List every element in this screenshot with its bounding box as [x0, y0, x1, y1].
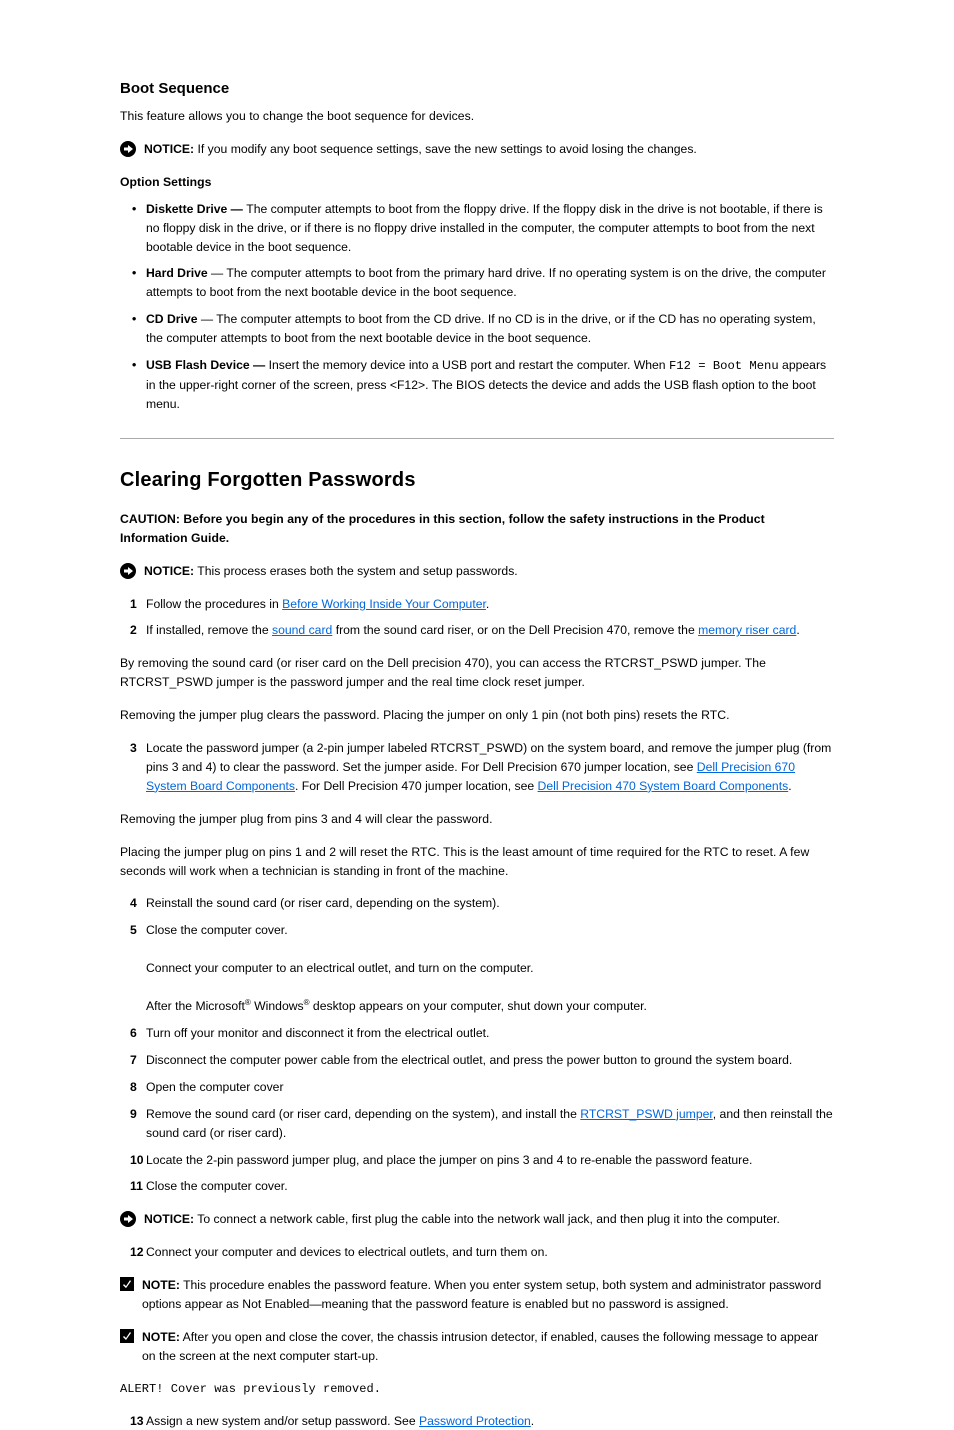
opt-usb-flash: USB Flash Device — Insert the memory dev…: [120, 356, 834, 414]
notice-block-2: NOTICE: This process erases both the sys…: [120, 562, 834, 581]
step-3: Locate the password jumper (a 2-pin jump…: [120, 739, 834, 796]
step-8: Open the computer cover: [120, 1078, 834, 1097]
steps-list-a: Follow the procedures in Before Working …: [120, 595, 834, 641]
notice-body-3: To connect a network cable, first plug t…: [194, 1212, 780, 1226]
step5-c-3: desktop appears on your computer, shut d…: [310, 999, 647, 1013]
step-6: Turn off your monitor and disconnect it …: [120, 1024, 834, 1043]
notice-arrow-icon: [120, 563, 136, 579]
after-step3-para-b: Placing the jumper plug on pins 1 and 2 …: [120, 843, 834, 881]
step-9: Remove the sound card (or riser card, de…: [120, 1105, 834, 1143]
step-7: Disconnect the computer power cable from…: [120, 1051, 834, 1070]
boot-intro: This feature allows you to change the bo…: [120, 107, 834, 126]
step3-link-470[interactable]: Dell Precision 470 System Board Componen…: [538, 779, 789, 793]
step-2: If installed, remove the sound card from…: [120, 621, 834, 640]
opt3-body: — The computer attempts to boot from the…: [146, 312, 816, 345]
note-label-1: NOTE:: [142, 1278, 180, 1292]
notice-label-2: NOTICE:: [144, 564, 194, 578]
step9-link-jumper[interactable]: RTCRST_PSWD jumper: [580, 1107, 713, 1121]
step3-mid: . For Dell Precision 470 jumper location…: [295, 779, 538, 793]
steps-list-d: Connect your computer and devices to ele…: [120, 1243, 834, 1262]
step13-link-password[interactable]: Password Protection: [419, 1414, 531, 1428]
boot-options-list: Diskette Drive — The computer attempts t…: [120, 200, 834, 414]
step2-link-memory-riser[interactable]: memory riser card: [698, 623, 796, 637]
opt4-code: F12 = Boot Menu: [669, 359, 779, 373]
notice-block-1: NOTICE: If you modify any boot sequence …: [120, 140, 834, 159]
step3-post: .: [788, 779, 791, 793]
opt-diskette: Diskette Drive — The computer attempts t…: [120, 200, 834, 257]
steps-list-b: Locate the password jumper (a 2-pin jump…: [120, 739, 834, 796]
note-text-1: NOTE: This procedure enables the passwor…: [142, 1276, 834, 1314]
step2-link-soundcard[interactable]: sound card: [272, 623, 332, 637]
steps-list-c: Reinstall the sound card (or riser card,…: [120, 894, 834, 1196]
caution-body: Before you begin any of the procedures i…: [120, 512, 765, 545]
notice-block-3: NOTICE: To connect a network cable, firs…: [120, 1210, 834, 1229]
step-4: Reinstall the sound card (or riser card,…: [120, 894, 834, 913]
step-5: Close the computer cover. Connect your c…: [120, 921, 834, 1016]
opt2-body: — The computer attempts to boot from the…: [146, 266, 826, 299]
opt2-label: Hard Drive: [146, 266, 208, 280]
opt1-body: The computer attempts to boot from the f…: [146, 202, 823, 254]
step5-c-1: After the Microsoft: [146, 999, 245, 1013]
step5-c-2: Windows: [251, 999, 304, 1013]
boot-sequence-heading: Boot Sequence: [120, 80, 834, 97]
opt4-body: Insert the memory device into a USB port…: [269, 358, 669, 372]
step-12: Connect your computer and devices to ele…: [120, 1243, 834, 1262]
notice-arrow-icon: [120, 1211, 136, 1227]
note-block-1: NOTE: This procedure enables the passwor…: [120, 1276, 834, 1314]
notice-text-3: NOTICE: To connect a network cable, firs…: [144, 1210, 780, 1229]
opt3-label: CD Drive: [146, 312, 197, 326]
caution-block: CAUTION: Before you begin any of the pro…: [120, 510, 834, 548]
clearing-passwords-title: Clearing Forgotten Passwords: [120, 469, 834, 492]
step1-post: .: [486, 597, 489, 611]
step1-link[interactable]: Before Working Inside Your Computer: [282, 597, 486, 611]
opt4-label: USB Flash Device —: [146, 358, 269, 372]
after-step3-para-a: Removing the jumper plug from pins 3 and…: [120, 810, 834, 829]
notice-label-1: NOTICE:: [144, 142, 194, 156]
opt-hard-drive: Hard Drive — The computer attempts to bo…: [120, 264, 834, 302]
opt1-label: Diskette Drive —: [146, 202, 246, 216]
note-block-2: NOTE: After you open and close the cover…: [120, 1328, 834, 1366]
step-10: Locate the 2-pin password jumper plug, a…: [120, 1151, 834, 1170]
step5-b: Connect your computer to an electrical o…: [146, 961, 534, 975]
step-13: Assign a new system and/or setup passwor…: [120, 1412, 834, 1430]
caution-label: CAUTION:: [120, 512, 183, 526]
notice-text-1: NOTICE: If you modify any boot sequence …: [144, 140, 697, 159]
step2-pre: If installed, remove the: [146, 623, 272, 637]
step13-pre: Assign a new system and/or setup passwor…: [146, 1414, 419, 1428]
step-1: Follow the procedures in Before Working …: [120, 595, 834, 614]
after-step2-para-b: Removing the jumper plug clears the pass…: [120, 706, 834, 725]
note-body-2: After you open and close the cover, the …: [142, 1330, 818, 1363]
option-settings-heading: Option Settings: [120, 173, 834, 192]
opt-cd-drive: CD Drive — The computer attempts to boot…: [120, 310, 834, 348]
note-body-1: This procedure enables the password feat…: [142, 1278, 821, 1311]
note-label-2: NOTE:: [142, 1330, 180, 1344]
step2-mid: from the sound card riser, or on the Del…: [332, 623, 698, 637]
notice-body-1: If you modify any boot sequence settings…: [194, 142, 697, 156]
steps-list-e: Assign a new system and/or setup passwor…: [120, 1412, 834, 1430]
step9-pre: Remove the sound card (or riser card, de…: [146, 1107, 580, 1121]
document-page: Boot Sequence This feature allows you to…: [0, 0, 954, 1235]
step-11: Close the computer cover.: [120, 1177, 834, 1196]
step2-post: .: [796, 623, 799, 637]
step5-a: Close the computer cover.: [146, 923, 288, 937]
note-pencil-icon: [120, 1329, 134, 1343]
section-divider: [120, 438, 834, 439]
notice-body-2: This process erases both the system and …: [194, 564, 518, 578]
note-text-2: NOTE: After you open and close the cover…: [142, 1328, 834, 1366]
step13-post: .: [531, 1414, 534, 1428]
notice-text-2: NOTICE: This process erases both the sys…: [144, 562, 518, 581]
after-step2-para-a: By removing the sound card (or riser car…: [120, 654, 834, 692]
step1-pre: Follow the procedures in: [146, 597, 282, 611]
notice-arrow-icon: [120, 141, 136, 157]
note-pencil-icon: [120, 1277, 134, 1291]
heading-text: Boot Sequence: [120, 80, 229, 97]
alert-message: ALERT! Cover was previously removed.: [120, 1380, 834, 1399]
notice-label-3: NOTICE:: [144, 1212, 194, 1226]
